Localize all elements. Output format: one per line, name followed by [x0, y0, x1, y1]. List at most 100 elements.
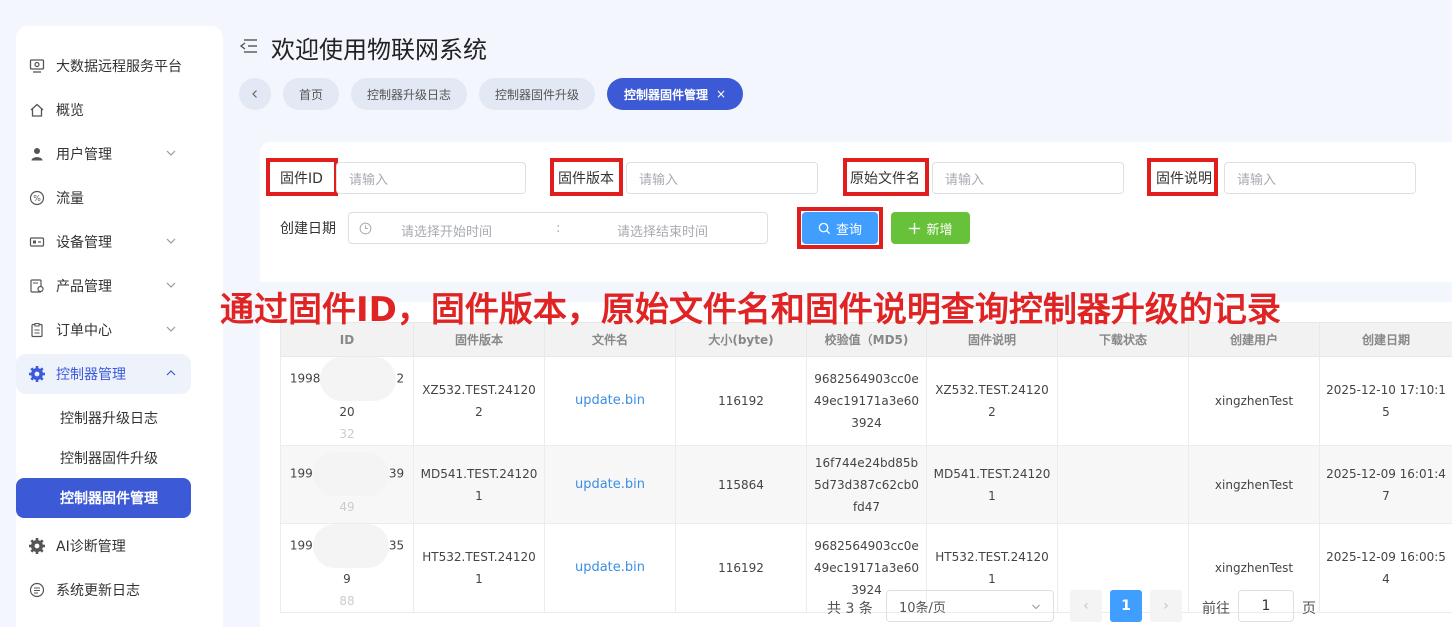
sidebar-item-traffic[interactable]: % 流量: [16, 178, 191, 218]
goto-page-suffix: 页: [1302, 601, 1316, 617]
sidebar-item-label: AI诊断管理: [56, 539, 126, 555]
sidebar-item-users[interactable]: 用户管理: [16, 134, 191, 174]
id-cell: 199 359 88: [280, 523, 414, 613]
sidebar-subitem-upgrade-log[interactable]: 控制器升级日志: [16, 398, 191, 438]
start-date-input[interactable]: 请选择开始时间: [401, 221, 492, 240]
sidebar-item-label: 概览: [56, 103, 84, 119]
home-icon: [28, 101, 46, 119]
id-cell: 1998 220 32: [280, 356, 414, 446]
tab-upgrade-log[interactable]: 控制器升级日志: [351, 78, 467, 110]
redacted-blur: [312, 451, 389, 496]
gear-icon: [28, 537, 46, 555]
sidebar-item-overview[interactable]: 概览: [16, 90, 191, 130]
date-cell: 2025-12-09 16:01:47: [1319, 445, 1452, 524]
sidebar-subitem-label: 控制器升级日志: [60, 411, 158, 427]
clipboard-icon: [28, 321, 46, 339]
firmware-id-input[interactable]: 请输入: [336, 162, 526, 194]
sidebar-subitem-firmware-management[interactable]: 控制器固件管理: [16, 478, 191, 518]
range-separator: :: [556, 221, 561, 236]
menu-fold-icon[interactable]: [240, 38, 258, 54]
user-cell: xingzhenTest: [1188, 445, 1320, 524]
md5-cell: 9682564903cc0e49ec19171a3e603924: [806, 356, 927, 446]
user-icon: [28, 145, 46, 163]
sidebar-item-label: 流量: [56, 191, 84, 207]
sidebar-item-label: 大数据远程服务平台: [56, 59, 182, 75]
add-button[interactable]: 新增: [891, 212, 970, 244]
chevron-left-icon: [252, 90, 257, 98]
page-number-button[interactable]: 1: [1110, 590, 1142, 622]
sidebar-item-ai-diagnosis[interactable]: AI诊断管理: [16, 526, 191, 566]
id-part: 199: [289, 466, 313, 480]
page-size-select[interactable]: 10条/页: [886, 590, 1054, 622]
date-range-picker[interactable]: 请选择开始时间 : 请选择结束时间: [348, 212, 768, 244]
sidebar-item-controller[interactable]: 控制器管理: [16, 354, 191, 394]
search-icon: [818, 222, 831, 234]
sidebar-item-label: 产品管理: [56, 279, 112, 295]
sidebar-item-changelog[interactable]: 系统更新日志: [16, 570, 191, 610]
filename-link[interactable]: update.bin: [544, 356, 676, 446]
original-filename-label: 原始文件名: [850, 171, 920, 187]
id-part: 49: [339, 499, 355, 514]
percent-icon: %: [28, 189, 46, 207]
tab-firmware-management[interactable]: 控制器固件管理 ×: [607, 78, 743, 110]
sidebar-item-label: 用户管理: [56, 147, 112, 163]
gear-icon: [28, 365, 46, 383]
sidebar-subitem-firmware-upgrade[interactable]: 控制器固件升级: [16, 438, 191, 478]
goto-label: 前往: [1202, 601, 1230, 617]
sidebar-item-devices[interactable]: 设备管理: [16, 222, 191, 262]
chevron-up-icon: [166, 370, 176, 376]
status-cell: [1057, 356, 1189, 446]
sidebar-subitem-label: 控制器固件升级: [60, 451, 158, 467]
close-icon[interactable]: ×: [716, 87, 726, 101]
sidebar-item-products[interactable]: 产品管理: [16, 266, 191, 306]
annotation-text: 通过固件ID，固件版本，原始文件名和固件说明查询控制器升级的记录: [220, 290, 1281, 330]
redacted-blur: [320, 357, 397, 401]
tab-label: 首页: [298, 87, 323, 102]
size-cell: 116192: [675, 523, 807, 613]
page-size-value: 10条/页: [899, 600, 946, 616]
sidebar-item-label: 控制器管理: [56, 367, 126, 383]
tab-home[interactable]: 首页: [283, 78, 339, 110]
prev-page-button[interactable]: ‹: [1070, 590, 1102, 622]
id-part: 32: [339, 427, 355, 441]
sidebar-item-orders[interactable]: 订单中心: [16, 310, 191, 350]
svg-text:%: %: [33, 194, 41, 203]
tabs-back-button[interactable]: [239, 78, 271, 110]
goto-page-input[interactable]: 1: [1238, 590, 1294, 622]
plus-icon: [909, 222, 921, 234]
firmware-version-label: 固件版本: [558, 171, 614, 187]
version-cell: MD541.TEST.241201: [413, 445, 545, 524]
chevron-down-icon: [1032, 604, 1040, 610]
next-page-button[interactable]: ›: [1150, 590, 1182, 622]
tab-label: 控制器升级日志: [366, 87, 451, 102]
date-cell: 2025-12-10 17:10:15: [1319, 356, 1452, 446]
tab-firmware-upgrade[interactable]: 控制器固件升级: [479, 78, 595, 110]
desc-cell: MD541.TEST.241201: [926, 445, 1058, 524]
column-header: 创建日期: [1319, 322, 1452, 357]
search-button[interactable]: 查询: [802, 212, 878, 244]
list-icon: [28, 581, 46, 599]
monitor-icon: [28, 57, 46, 75]
firmware-desc-input[interactable]: 请输入: [1224, 162, 1416, 194]
firmware-id-label: 固件ID: [280, 171, 323, 187]
desc-cell: XZ532.TEST.241202: [926, 356, 1058, 446]
sidebar-subitem-label: 控制器固件管理: [60, 491, 158, 507]
table-row[interactable]: 1998 220 32 XZ532.TEST.241202 update.bin 1…: [280, 356, 1452, 446]
firmware-desc-label: 固件说明: [1156, 171, 1212, 187]
id-part: 88: [339, 594, 355, 608]
page-title: 欢迎使用物联网系统: [271, 36, 487, 64]
original-filename-input[interactable]: 请输入: [932, 162, 1124, 194]
chevron-down-icon: [166, 238, 176, 244]
version-cell: XZ532.TEST.241202: [413, 356, 545, 446]
id-cell: 199 39 49: [280, 445, 414, 524]
device-icon: [28, 233, 46, 251]
filename-link[interactable]: update.bin: [544, 445, 676, 524]
filename-link[interactable]: update.bin: [544, 523, 676, 613]
tab-label: 控制器固件管理: [623, 87, 708, 102]
firmware-version-input[interactable]: 请输入: [626, 162, 818, 194]
product-icon: [28, 277, 46, 295]
sidebar-item-platform[interactable]: 大数据远程服务平台: [16, 46, 191, 86]
table-row[interactable]: 199 39 49 MD541.TEST.241201 update.bin 115…: [280, 445, 1452, 524]
chevron-down-icon: [166, 326, 176, 332]
end-date-input[interactable]: 请选择结束时间: [617, 221, 708, 240]
